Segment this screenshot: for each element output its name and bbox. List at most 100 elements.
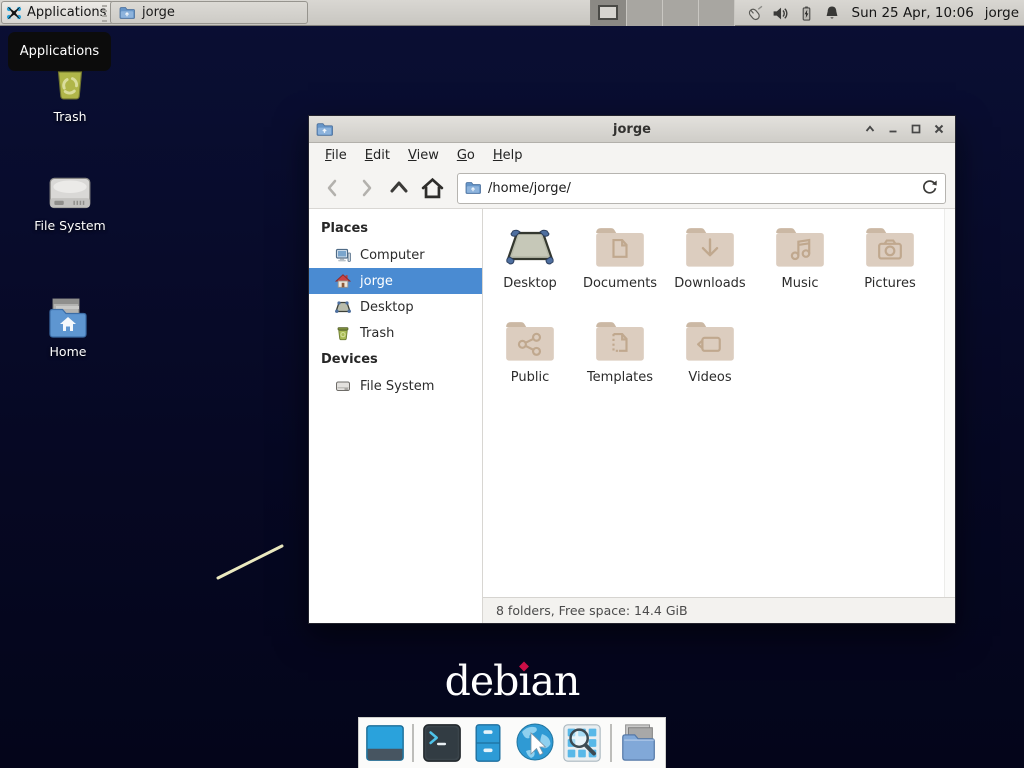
sidebar-item-desktop[interactable]: Desktop xyxy=(309,294,482,320)
file-view[interactable]: Desktop Documents xyxy=(483,209,955,597)
menu-help[interactable]: Help xyxy=(484,145,532,166)
file-item-label: Desktop xyxy=(503,276,557,291)
back-button[interactable] xyxy=(318,173,348,203)
desktop-icon-label: File System xyxy=(34,218,106,233)
file-item-label: Public xyxy=(511,370,549,385)
window-titlebar[interactable]: jorge xyxy=(309,116,955,143)
panel-clock[interactable]: Sun 25 Apr, 10:06 xyxy=(852,5,974,21)
home-folder-icon xyxy=(44,296,92,340)
show-desktop-button[interactable] xyxy=(364,720,406,766)
file-item-pictures[interactable]: Pictures xyxy=(845,223,935,291)
sidebar-item-filesystem[interactable]: File System xyxy=(309,373,482,399)
window-content: Places Computer xyxy=(309,209,955,623)
terminal-button[interactable] xyxy=(420,720,462,766)
system-tray xyxy=(746,5,841,22)
sidebar-item-computer[interactable]: Computer xyxy=(309,242,482,268)
path-folder-icon xyxy=(465,180,481,196)
volume-icon[interactable] xyxy=(772,5,789,22)
forward-button[interactable] xyxy=(351,173,381,203)
status-bar: 8 folders, Free space: 14.4 GiB xyxy=(483,597,955,623)
drive-icon xyxy=(45,174,95,214)
shade-button[interactable] xyxy=(863,122,877,136)
sidebar-item-label: File System xyxy=(360,379,434,394)
menu-go[interactable]: Go xyxy=(448,145,484,166)
menubar: File Edit View Go Help xyxy=(309,143,955,168)
logo-text-pre: deb xyxy=(445,657,519,705)
places-header: Places xyxy=(309,215,482,242)
directory-menu-button[interactable] xyxy=(618,720,660,766)
panel-right-area: Sun 25 Apr, 10:06 jorge xyxy=(590,0,1020,26)
applications-menu-label: Applications xyxy=(27,5,106,20)
home-icon xyxy=(335,273,351,289)
stray-line xyxy=(212,540,288,584)
web-browser-button[interactable] xyxy=(513,720,557,766)
home-button[interactable] xyxy=(417,173,447,203)
file-item-desktop[interactable]: Desktop xyxy=(485,223,575,291)
minimize-button[interactable] xyxy=(886,122,900,136)
sidebar-item-label: Desktop xyxy=(360,300,414,315)
side-pane: Places Computer xyxy=(309,209,483,623)
workspace-2[interactable] xyxy=(627,0,663,26)
desktop-icon xyxy=(335,299,351,315)
workspace-switcher[interactable] xyxy=(590,0,735,26)
file-item-label: Documents xyxy=(583,276,657,291)
computer-icon xyxy=(335,247,351,263)
app-finder-icon xyxy=(561,722,603,764)
folder-pictures-icon xyxy=(864,223,916,269)
maximize-button[interactable] xyxy=(909,122,923,136)
file-item-label: Downloads xyxy=(674,276,745,291)
file-item-documents[interactable]: Documents xyxy=(575,223,665,291)
desktop-large-icon xyxy=(504,223,556,269)
scrollbar-track[interactable] xyxy=(944,209,955,597)
panel-username[interactable]: jorge xyxy=(985,5,1019,21)
menu-file[interactable]: File xyxy=(316,145,356,166)
taskbar-window-button[interactable]: jorge xyxy=(110,1,308,24)
toolbar: /home/jorge/ xyxy=(309,168,955,209)
bottom-dock xyxy=(358,717,666,768)
desktop-icon-home[interactable]: Home xyxy=(18,296,118,359)
file-cabinet-icon xyxy=(468,721,508,765)
path-bar[interactable]: /home/jorge/ xyxy=(457,173,946,204)
folder-documents-icon xyxy=(594,223,646,269)
file-item-videos[interactable]: Videos xyxy=(665,317,755,385)
file-item-templates[interactable]: Templates xyxy=(575,317,665,385)
close-button[interactable] xyxy=(932,122,946,136)
sidebar-item-jorge[interactable]: jorge xyxy=(309,268,482,294)
taskbar-window-label: jorge xyxy=(142,5,175,20)
workspace-window-preview xyxy=(598,5,618,20)
battery-icon[interactable] xyxy=(798,5,815,22)
desktop-icon-filesystem[interactable]: File System xyxy=(20,174,120,233)
sidebar-item-label: jorge xyxy=(360,274,393,289)
file-item-label: Templates xyxy=(587,370,653,385)
file-item-downloads[interactable]: Downloads xyxy=(665,223,755,291)
file-item-public[interactable]: Public xyxy=(485,317,575,385)
show-desktop-icon xyxy=(364,722,406,764)
up-button[interactable] xyxy=(384,173,414,203)
desktop-icon-label: Trash xyxy=(53,109,86,124)
path-input[interactable]: /home/jorge/ xyxy=(488,181,914,196)
workspace-1[interactable] xyxy=(591,0,627,26)
applications-tooltip: Applications xyxy=(8,32,111,71)
menu-view[interactable]: View xyxy=(399,145,448,166)
app-finder-button[interactable] xyxy=(561,720,603,766)
file-item-music[interactable]: Music xyxy=(755,223,845,291)
folder-templates-icon xyxy=(594,317,646,363)
folder-icon xyxy=(119,5,135,21)
workspace-4[interactable] xyxy=(699,0,735,26)
file-manager-window: jorge File Edit View Go Help xyxy=(308,115,956,624)
mouse-device-icon[interactable] xyxy=(746,5,763,22)
applications-icon xyxy=(6,5,22,21)
applications-menu-button[interactable]: Applications xyxy=(1,1,114,24)
dock-separator xyxy=(610,724,612,762)
main-column: Desktop Documents xyxy=(483,209,955,623)
panel-handle[interactable] xyxy=(102,4,107,22)
reload-button[interactable] xyxy=(921,178,938,199)
sidebar-item-trash[interactable]: Trash xyxy=(309,320,482,346)
logo-text-post: an xyxy=(531,657,580,705)
workspace-3[interactable] xyxy=(663,0,699,26)
file-item-label: Pictures xyxy=(864,276,915,291)
menu-edit[interactable]: Edit xyxy=(356,145,399,166)
notification-bell-icon[interactable] xyxy=(824,5,841,22)
file-item-label: Music xyxy=(782,276,819,291)
file-manager-button[interactable] xyxy=(467,720,509,766)
